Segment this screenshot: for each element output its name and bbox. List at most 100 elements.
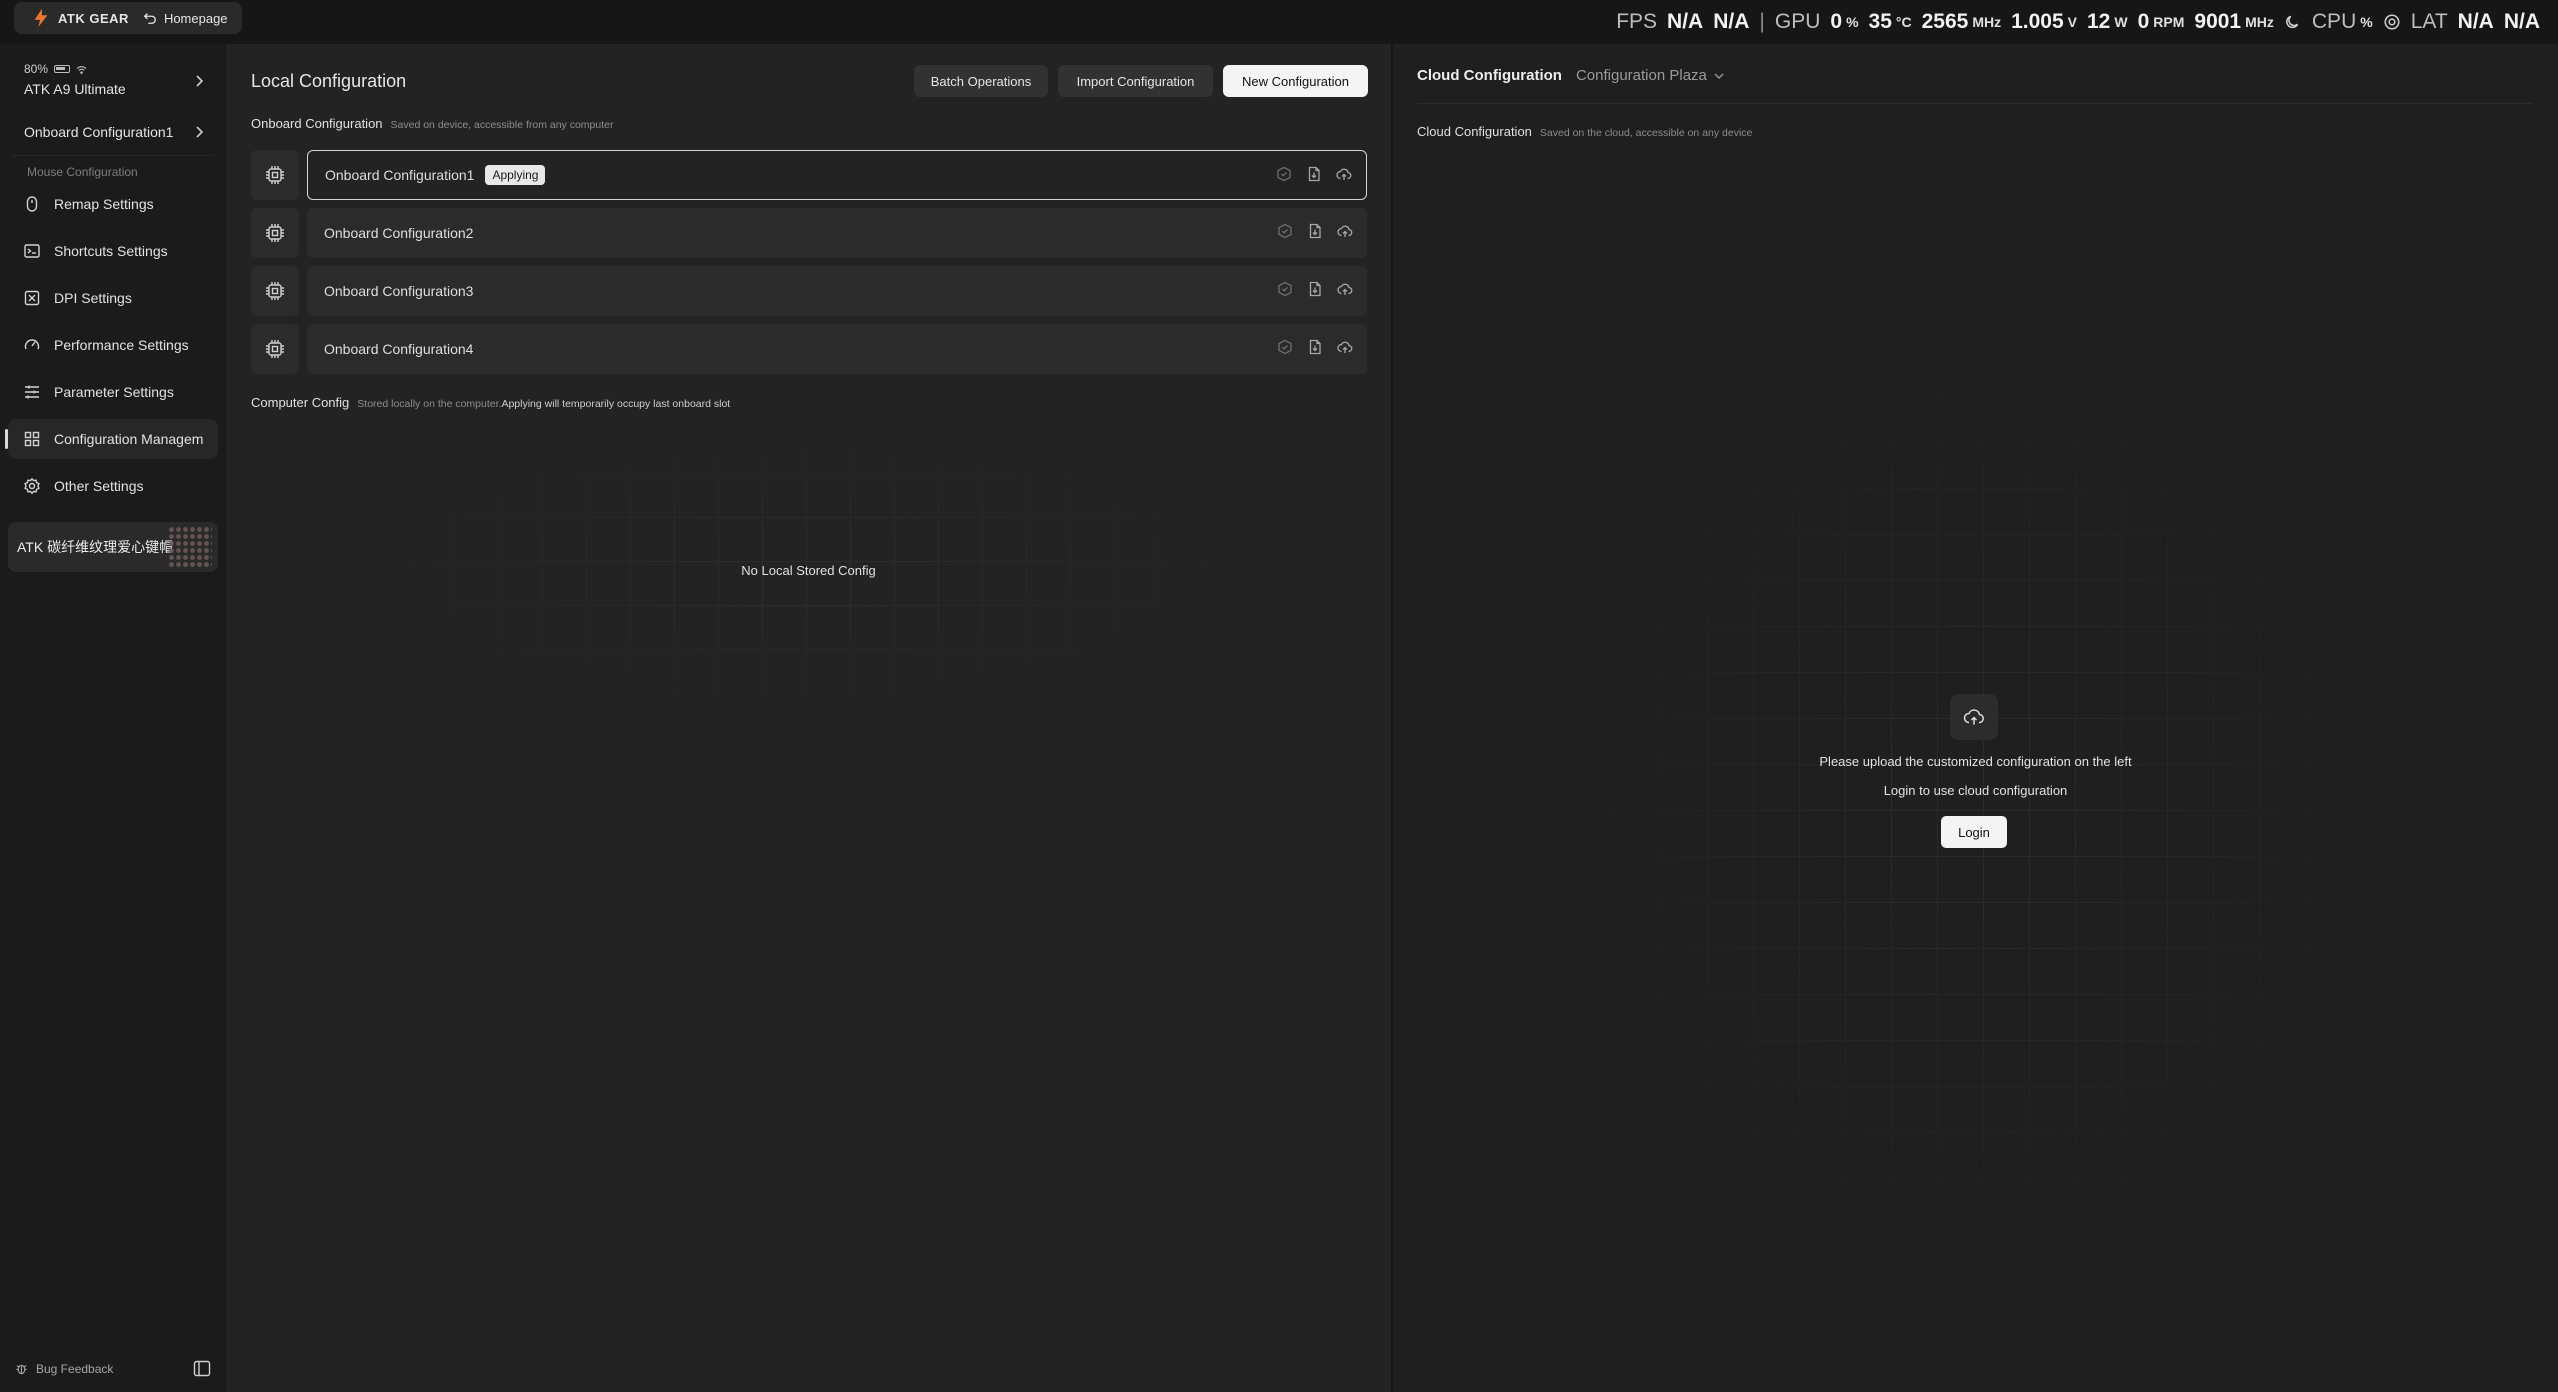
battery-icon <box>54 65 71 73</box>
sidebar: 80% ATK A9 Ultimate Onboard Configuratio… <box>0 44 226 1392</box>
tab-cloud-configuration[interactable]: Cloud Configuration <box>1417 67 1562 84</box>
onboard-section-title: Onboard Configuration Saved on device, a… <box>251 116 613 131</box>
chip-icon <box>251 208 299 258</box>
cpu-usage-unit: % <box>2360 14 2373 30</box>
onboard-config-card[interactable]: Onboard Configuration1 Applying <box>307 150 1367 200</box>
cloud-upload-icon[interactable] <box>1337 339 1353 355</box>
cloud-upload-message: Please upload the customized configurati… <box>1819 754 2132 769</box>
chip-icon <box>251 150 299 200</box>
gpu-voltage: 1.005 <box>2011 10 2064 33</box>
sidebar-item-label: Parameter Settings <box>54 384 174 400</box>
cloud-upload-icon[interactable] <box>1337 223 1353 239</box>
sidebar-item-dpi[interactable]: DPI Settings <box>8 278 218 318</box>
gpu-temp: 35 <box>1868 10 1892 33</box>
chip-icon <box>266 282 284 300</box>
homepage-link[interactable]: Homepage <box>143 11 228 26</box>
gpu-temp-unit: °C <box>1895 14 1912 30</box>
device-selector[interactable]: 80% ATK A9 Ultimate <box>8 52 218 110</box>
computer-title: Computer Config <box>251 395 350 410</box>
apply-icon[interactable] <box>1277 339 1293 355</box>
onboard-config-card[interactable]: Onboard Configuration3 <box>307 266 1367 316</box>
config-name: Onboard Configuration3 <box>324 283 474 299</box>
onboard-slot-row: Onboard Configuration3 <box>251 266 1367 316</box>
import-configuration-button[interactable]: Import Configuration <box>1058 65 1213 97</box>
mouse-icon <box>26 196 38 212</box>
promo-banner[interactable]: ATK 碳纤维纹理爱心键帽 <box>8 522 218 572</box>
gpu-power: 12 <box>2087 10 2111 33</box>
slot-actions <box>1277 339 1353 355</box>
export-file-icon[interactable] <box>1307 339 1323 355</box>
sidebar-item-other[interactable]: Other Settings <box>8 466 218 506</box>
computer-section-title: Computer Config Stored locally on the co… <box>251 395 730 410</box>
sidebar-item-remap[interactable]: Remap Settings <box>8 184 218 224</box>
gpu-label: GPU <box>1774 10 1821 33</box>
chevron-right-icon <box>196 126 204 138</box>
cloud-upload-icon[interactable] <box>1337 281 1353 297</box>
config-selector[interactable]: Onboard Configuration1 <box>8 110 218 154</box>
brand-pill: ATK GEAR Homepage <box>14 2 242 34</box>
config-name: Onboard Configuration2 <box>324 225 474 241</box>
battery-percent: 80% <box>24 62 49 76</box>
top-bar: ATK GEAR Homepage FPS N/A N/A | GPU 0 % … <box>0 0 2558 44</box>
sidebar-item-label: Remap Settings <box>54 196 154 212</box>
apply-icon[interactable] <box>1276 166 1292 182</box>
fps-value-2: N/A <box>1713 10 1750 33</box>
cloud-grid-background <box>1523 304 2423 1314</box>
slot-actions <box>1277 281 1353 297</box>
empty-local-message: No Local Stored Config <box>741 563 876 578</box>
sidebar-item-performance[interactable]: Performance Settings <box>8 325 218 365</box>
onboard-config-card[interactable]: Onboard Configuration2 <box>307 208 1367 258</box>
settings-icon <box>2384 14 2400 30</box>
terminal-icon <box>24 244 40 258</box>
lat-label: LAT <box>2410 10 2448 33</box>
gauge-icon <box>24 339 40 350</box>
sidebar-divider <box>12 155 214 156</box>
section-label: Mouse Configuration <box>27 165 138 179</box>
cloud-config-panel: Cloud Configuration Configuration Plaza … <box>1393 44 2558 1392</box>
sliders-icon <box>25 385 39 399</box>
chip-icon <box>266 166 284 184</box>
dpi-icon <box>24 290 40 306</box>
page-title: Local Configuration <box>251 71 407 91</box>
gpu-voltage-unit: V <box>2067 14 2077 30</box>
onboard-slot-row: Onboard Configuration2 <box>251 208 1367 258</box>
sidebar-item-configuration[interactable]: Configuration Managem <box>5 419 218 459</box>
homepage-label: Homepage <box>163 10 228 26</box>
slot-actions <box>1277 223 1353 239</box>
computer-hint-text: Stored locally on the computer. <box>357 398 502 410</box>
sidebar-item-shortcuts[interactable]: Shortcuts Settings <box>8 231 218 271</box>
export-file-icon[interactable] <box>1307 281 1323 297</box>
overlay-separator: | <box>1759 10 1765 33</box>
gpu-clock: 2565 <box>1921 10 1969 33</box>
onboard-slot-row: Onboard Configuration4 <box>251 324 1367 374</box>
chip-icon <box>266 224 284 242</box>
onboard-title: Onboard Configuration <box>251 116 383 131</box>
keycap-image <box>168 526 212 568</box>
brand-name: ATK GEAR <box>58 10 129 26</box>
cloud-upload-icon[interactable] <box>1336 166 1352 182</box>
onboard-hint: Saved on device, accessible from any com… <box>390 119 614 131</box>
batch-operations-button[interactable]: Batch Operations <box>914 65 1048 97</box>
tab-configuration-plaza[interactable]: Configuration Plaza <box>1576 67 1725 84</box>
chip-icon <box>266 340 284 358</box>
gpu-power-unit: W <box>2114 14 2128 30</box>
slot-actions <box>1276 166 1352 182</box>
chevron-right-icon <box>196 75 204 87</box>
cloud-upload-icon <box>1950 694 1998 740</box>
apply-icon[interactable] <box>1277 223 1293 239</box>
new-configuration-button[interactable]: New Configuration <box>1223 65 1368 97</box>
onboard-config-card[interactable]: Onboard Configuration4 <box>307 324 1367 374</box>
apply-icon[interactable] <box>1277 281 1293 297</box>
sidebar-item-parameter[interactable]: Parameter Settings <box>8 372 218 412</box>
bug-feedback-link[interactable]: Bug Feedback <box>36 1362 113 1376</box>
cloud-title: Cloud Configuration <box>1417 124 1532 139</box>
cloud-login-message: Login to use cloud configuration <box>1883 783 2068 798</box>
sidebar-item-label: Performance Settings <box>54 337 189 353</box>
export-file-icon[interactable] <box>1307 223 1323 239</box>
app-window: ATK GEAR Homepage FPS N/A N/A | GPU 0 % … <box>0 0 2558 1392</box>
lat-value-2: N/A <box>2503 10 2540 33</box>
memory-clock: 9001 <box>2194 10 2242 33</box>
sidebar-toggle-icon[interactable] <box>193 1360 211 1377</box>
export-file-icon[interactable] <box>1306 166 1322 182</box>
login-button[interactable]: Login <box>1941 816 2007 848</box>
